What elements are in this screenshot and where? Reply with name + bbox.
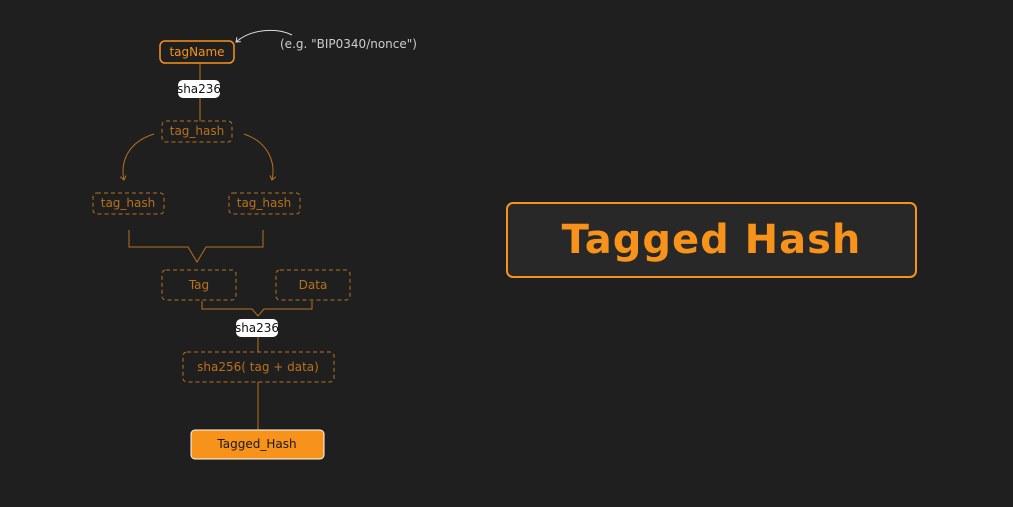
brace-tag-data (201, 301, 313, 317)
hash-badge-1-label: sha236 (177, 82, 221, 96)
brace-taghashes (128, 230, 264, 263)
hash-badge-1: sha236 (177, 80, 221, 98)
taghash-right-label: tag_hash (237, 196, 292, 210)
taghash-left-label: tag_hash (101, 196, 156, 210)
data-label: Data (299, 278, 328, 292)
taghash-right-node: tag_hash (228, 192, 301, 215)
tag-node: Tag (161, 269, 237, 301)
data-node: Data (275, 269, 351, 301)
connector-split-left (123, 133, 155, 180)
taghash-left-node: tag_hash (92, 192, 165, 215)
page-title: Tagged Hash (561, 217, 862, 263)
tagname-label: tagName (169, 45, 224, 59)
hash-badge-2: sha236 (235, 319, 279, 337)
taghash-top-label: tag_hash (170, 124, 225, 138)
connector-split-right (243, 133, 273, 180)
result-node: Tagged_Hash (190, 429, 325, 460)
title-card: Tagged Hash (506, 202, 917, 278)
hash-badge-2-label: sha236 (235, 321, 279, 335)
result-label: Tagged_Hash (216, 437, 296, 451)
combined-label: sha256( tag + data) (197, 360, 319, 374)
tag-label: Tag (188, 278, 209, 292)
example-note: (e.g. "BIP0340/nonce") (280, 37, 417, 51)
taghash-top-node: tag_hash (161, 120, 233, 143)
combined-node: sha256( tag + data) (182, 351, 335, 383)
connectors (123, 63, 313, 430)
tagname-node: tagName (159, 40, 235, 64)
